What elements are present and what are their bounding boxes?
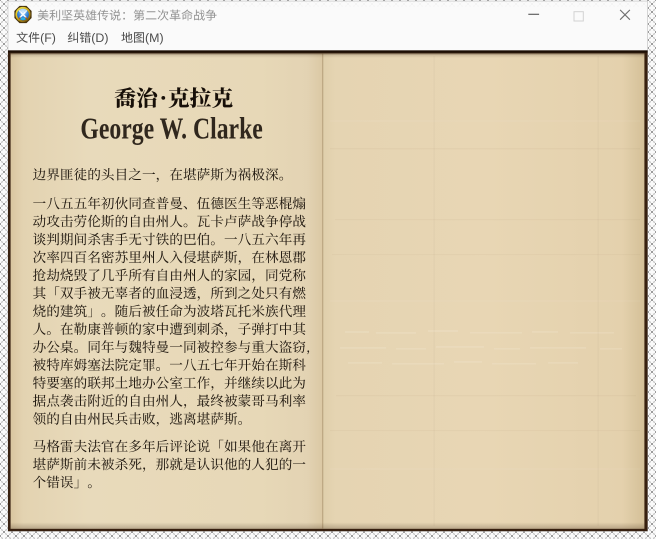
svg-text:(F): (F) bbox=[40, 31, 56, 45]
svg-text:(M): (M) bbox=[145, 31, 164, 45]
svg-text:George W. Clarke: George W. Clarke bbox=[80, 110, 262, 145]
svg-text:(D): (D) bbox=[91, 31, 108, 45]
